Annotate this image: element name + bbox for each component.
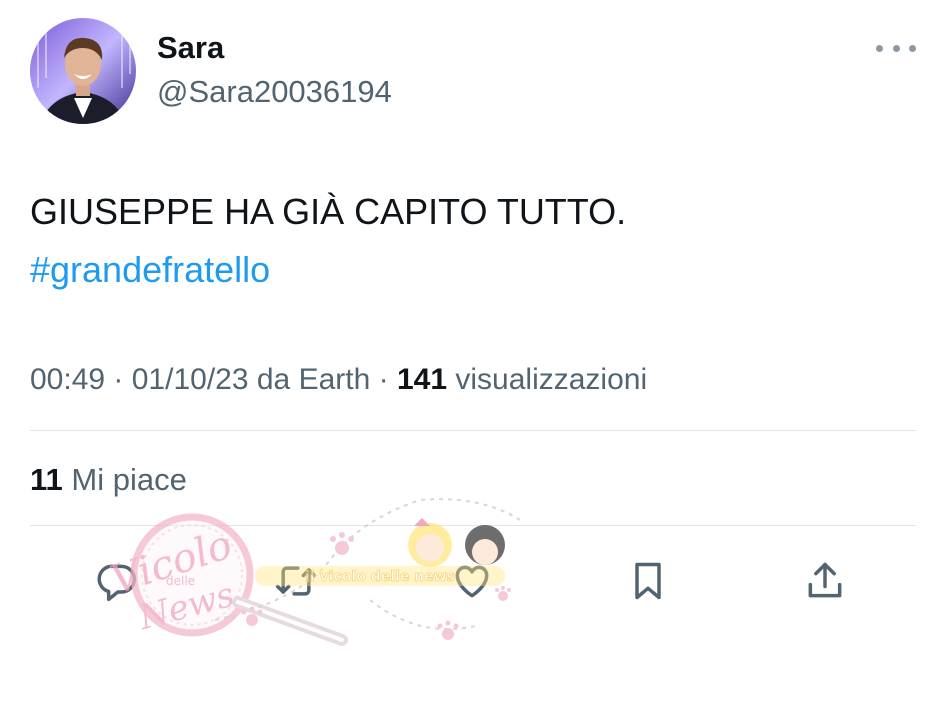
- retweet-icon: [275, 566, 317, 596]
- tweet-meta: 00:49 · 01/10/23 da Earth · 141 visualiz…: [30, 362, 647, 398]
- likes-count: 11: [30, 462, 63, 497]
- meta-separator: ·: [378, 363, 397, 396]
- retweet-button[interactable]: [272, 557, 320, 605]
- divider: [30, 525, 916, 526]
- likes-stat[interactable]: 11 Mi piace: [30, 462, 187, 498]
- share-button[interactable]: [801, 557, 849, 605]
- reply-icon: [97, 564, 137, 602]
- avatar[interactable]: [30, 18, 136, 124]
- tweet-date[interactable]: 01/10/23: [132, 363, 249, 396]
- author-handle[interactable]: @Sara20036194: [157, 74, 392, 110]
- tweet-time[interactable]: 00:49: [30, 363, 105, 396]
- svg-text:il vicolo delle news: il vicolo delle news: [305, 569, 455, 585]
- more-dot: [876, 44, 883, 52]
- svg-text:News: News: [134, 575, 238, 639]
- more-dot: [909, 44, 916, 52]
- reply-button[interactable]: [92, 557, 140, 605]
- hashtag-link[interactable]: #grandefratello: [30, 250, 270, 290]
- views-count: 141: [396, 363, 448, 396]
- divider: [30, 430, 916, 431]
- views-label: visualizzazioni: [455, 363, 648, 396]
- bookmark-button[interactable]: [624, 557, 672, 605]
- like-icon: [455, 565, 489, 598]
- more-options-icon[interactable]: [876, 36, 916, 60]
- meta-separator: ·: [113, 363, 132, 396]
- more-dot: [892, 44, 900, 52]
- svg-text:delle: delle: [166, 574, 195, 588]
- avatar-image: [30, 18, 136, 124]
- share-icon: [808, 562, 842, 598]
- author-name[interactable]: Sara: [157, 30, 224, 66]
- tweet-text: GIUSEPPE HA GIÀ CAPITO TUTTO.: [30, 191, 627, 232]
- bookmark-icon: [635, 562, 661, 600]
- tweet-source: da Earth: [256, 363, 371, 396]
- likes-label: Mi piace: [71, 462, 187, 497]
- like-button[interactable]: [448, 557, 496, 605]
